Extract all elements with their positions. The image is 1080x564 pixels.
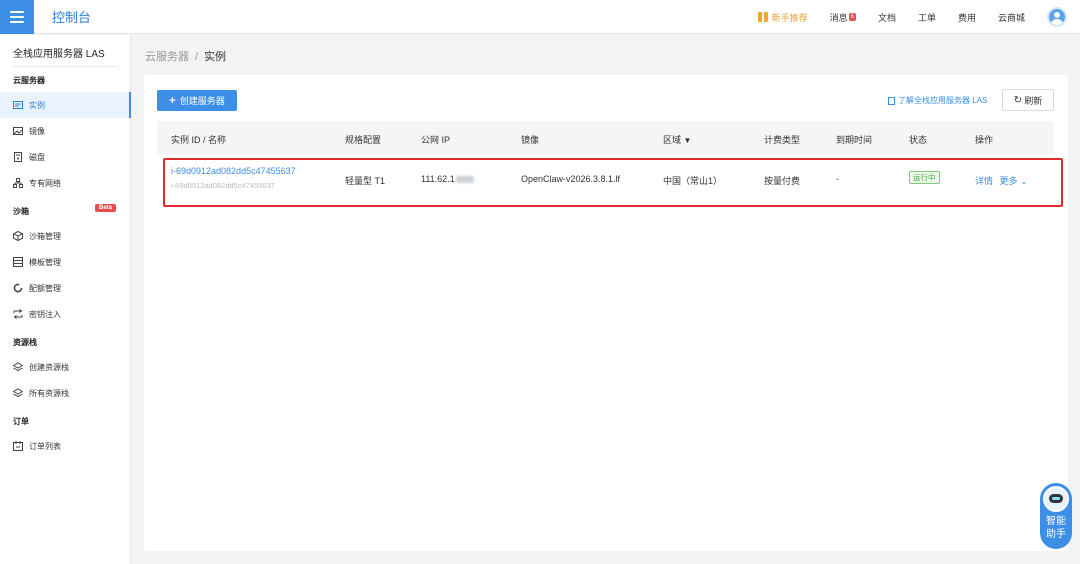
breadcrumb-separator: / — [195, 51, 199, 63]
breadcrumb-parent[interactable]: 云服务器 — [145, 51, 189, 63]
col-spec: 规格配置 — [345, 135, 382, 145]
sidebar-divider — [13, 66, 117, 67]
disk-icon — [13, 152, 23, 162]
avatar[interactable] — [1047, 7, 1067, 27]
layers-icon — [13, 362, 23, 372]
refresh-icon: ↻ — [1013, 94, 1023, 106]
breadcrumb: 云服务器 / 实例 — [145, 48, 226, 64]
gift-icon — [757, 12, 768, 22]
message-link[interactable]: 消息 6 — [830, 11, 856, 24]
robot-icon — [1043, 486, 1069, 512]
newbie-label: 新手推荐 — [771, 12, 808, 23]
layers-icon — [13, 388, 23, 398]
refresh-button[interactable]: ↻ 刷新 — [1002, 89, 1054, 111]
learn-las-link[interactable]: 了解全栈应用服务器 LAS — [888, 95, 987, 106]
store-link[interactable]: 云商城 — [998, 11, 1025, 24]
sidebar-item-label: 沙箱管理 — [29, 231, 61, 241]
sidebar-item-quota[interactable]: 配额管理 — [0, 275, 131, 301]
refresh-label: 刷新 — [1024, 95, 1043, 106]
message-count-badge: 6 — [848, 13, 856, 21]
sidebar-group-order: 订单 — [13, 417, 29, 426]
sidebar-title: 全栈应用服务器 LAS — [13, 49, 105, 60]
swap-icon — [13, 309, 23, 319]
console-title[interactable]: 控制台 — [52, 7, 91, 26]
quota-ring-icon — [13, 283, 23, 293]
sidebar-group-stack: 资源栈 — [13, 338, 37, 347]
col-status: 状态 — [909, 135, 928, 145]
filter-icon[interactable]: ▼ — [684, 136, 692, 145]
create-server-label: 创建服务器 — [179, 96, 225, 106]
plus-icon: + — [169, 94, 176, 107]
col-region[interactable]: 区域 ▼ — [663, 133, 691, 146]
sidebar-item-key-inject[interactable]: 密钥注入 — [0, 301, 131, 327]
sidebar-item-order-list[interactable]: 订单列表 — [0, 433, 131, 459]
col-id-name: 实例 ID / 名称 — [171, 135, 227, 145]
table-header: 实例 ID / 名称 规格配置 公网 IP 镜像 区域 ▼ 计费类型 到期时间 … — [157, 121, 1054, 154]
order-list-icon — [13, 441, 23, 451]
sidebar-item-vpc[interactable]: 专有网络 — [0, 170, 131, 196]
sidebar-item-label: 实例 — [29, 100, 45, 110]
assistant-label: 智能助手 — [1046, 516, 1066, 540]
col-billing: 计费类型 — [764, 135, 801, 145]
ticket-link[interactable]: 工单 — [918, 11, 936, 24]
sidebar-item-disks[interactable]: 磁盘 — [0, 144, 131, 170]
sidebar-item-sandbox-manage[interactable]: 沙箱管理 — [0, 223, 131, 249]
sidebar-group-sandbox: 沙箱 — [13, 207, 29, 216]
sidebar-item-label: 模板管理 — [29, 257, 61, 267]
cube-icon — [13, 231, 23, 241]
document-icon — [888, 96, 895, 105]
instances-panel: + 创建服务器 了解全栈应用服务器 LAS ↻ 刷新 实例 ID / 名称 规格配置… — [144, 75, 1068, 551]
sidebar-item-label: 配额管理 — [29, 283, 61, 293]
sidebar-item-templates[interactable]: 模板管理 — [0, 249, 131, 275]
message-label: 消息 — [829, 12, 848, 23]
breadcrumb-current: 实例 — [204, 51, 227, 63]
sidebar-item-all-stacks[interactable]: 所有资源栈 — [0, 380, 131, 406]
col-actions: 操作 — [975, 135, 994, 145]
top-bar: 控制台 新手推荐 消息 6 文档 工单 费用 云商城 — [0, 0, 1080, 34]
newbie-link[interactable]: 新手推荐 — [757, 11, 808, 24]
instance-icon — [13, 100, 23, 110]
sidebar-item-instances[interactable]: 实例 — [0, 92, 131, 118]
sidebar-item-label: 镜像 — [29, 126, 45, 136]
sidebar-item-label: 专有网络 — [29, 178, 61, 188]
col-expire: 到期时间 — [836, 135, 873, 145]
docs-link[interactable]: 文档 — [878, 11, 896, 24]
sidebar-group-cloud: 云服务器 — [13, 76, 45, 85]
top-nav: 新手推荐 消息 6 文档 工单 费用 云商城 — [757, 0, 1080, 34]
row-highlight-box — [163, 158, 1063, 207]
col-region-label: 区域 — [663, 135, 682, 145]
sidebar-item-create-stack[interactable]: 创建资源栈 — [0, 354, 131, 380]
create-server-button[interactable]: + 创建服务器 — [157, 90, 237, 111]
image-icon — [13, 126, 23, 136]
sidebar-item-label: 创建资源栈 — [29, 362, 69, 372]
network-icon — [13, 178, 23, 188]
col-ip: 公网 IP — [421, 135, 451, 145]
col-image: 镜像 — [521, 135, 540, 145]
sidebar: 全栈应用服务器 LAS 云服务器 实例 镜像 磁盘 专有网络 沙箱 Beta 沙… — [0, 35, 131, 564]
sidebar-item-label: 磁盘 — [29, 152, 45, 162]
beta-badge: Beta — [95, 204, 117, 212]
sidebar-item-label: 订单列表 — [29, 441, 61, 451]
smart-assistant-button[interactable]: 智能助手 — [1040, 483, 1072, 549]
menu-icon[interactable] — [0, 0, 34, 34]
billing-link[interactable]: 费用 — [958, 11, 976, 24]
learn-las-label: 了解全栈应用服务器 LAS — [898, 96, 988, 105]
sidebar-item-label: 密钥注入 — [29, 309, 61, 319]
sidebar-item-images[interactable]: 镜像 — [0, 118, 131, 144]
sidebar-item-label: 所有资源栈 — [29, 388, 69, 398]
template-icon — [13, 257, 23, 267]
